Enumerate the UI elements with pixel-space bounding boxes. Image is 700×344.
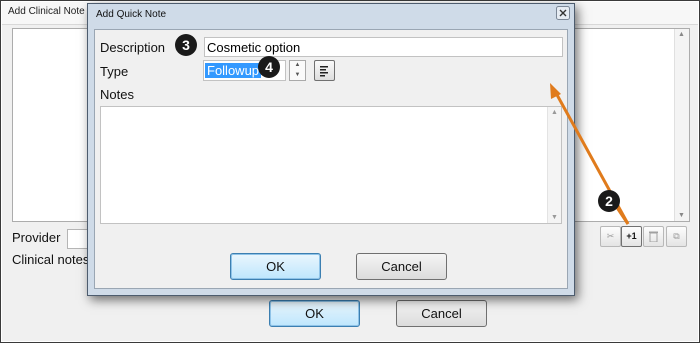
callout-badge-2: 2 (598, 190, 620, 212)
callout-badge-3: 3 (175, 34, 197, 56)
callout-arrow (550, 83, 630, 225)
screenshot-frame: Add Clinical Note ▲ ▼ Provider Clinical … (0, 0, 700, 343)
callout-badge-4: 4 (258, 56, 280, 78)
